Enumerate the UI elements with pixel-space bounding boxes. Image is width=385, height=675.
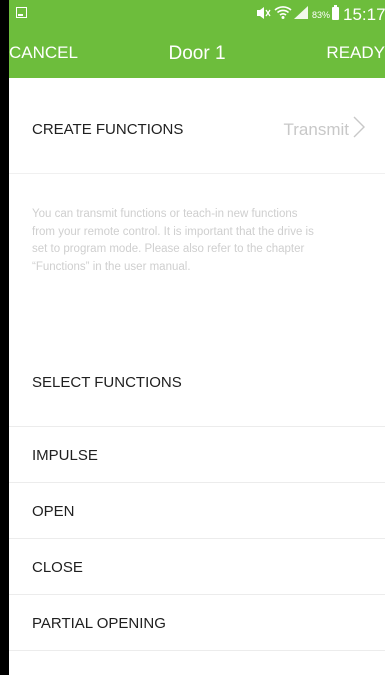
create-functions-row: CREATE FUNCTIONS Transmit bbox=[9, 78, 385, 174]
select-functions-label: SELECT FUNCTIONS bbox=[32, 374, 182, 391]
function-label: IMPULSE bbox=[32, 447, 98, 464]
create-functions-label: CREATE FUNCTIONS bbox=[32, 121, 184, 138]
function-label: PARTIAL OPENING bbox=[32, 615, 166, 632]
function-item-partial-opening[interactable]: PARTIAL OPENING bbox=[9, 595, 385, 651]
transmit-button[interactable]: Transmit bbox=[284, 116, 366, 143]
function-item-close[interactable]: CLOSE bbox=[9, 539, 385, 595]
app-screen: 83% 15:17 CANCEL Door 1 READY CREATE FUN… bbox=[9, 0, 385, 675]
mute-icon bbox=[255, 6, 271, 23]
chevron-right-icon bbox=[353, 116, 365, 143]
image-notification-icon bbox=[16, 7, 27, 18]
function-item-open[interactable]: OPEN bbox=[9, 483, 385, 539]
transmit-label: Transmit bbox=[283, 120, 350, 139]
function-label: CLOSE bbox=[32, 559, 83, 576]
info-text: You can transmit functions or teach-in n… bbox=[32, 208, 314, 273]
wifi-icon bbox=[274, 4, 292, 25]
signal-icon bbox=[294, 6, 308, 24]
ready-button[interactable]: READY bbox=[326, 43, 385, 63]
function-label: OPEN bbox=[32, 503, 75, 520]
battery-percentage: 83% bbox=[312, 10, 331, 20]
battery-icon bbox=[332, 5, 339, 20]
status-bar: 83% 15:17 bbox=[9, 0, 385, 30]
function-item-impulse[interactable]: IMPULSE bbox=[9, 427, 385, 483]
action-bar: CANCEL Door 1 READY bbox=[9, 30, 385, 78]
status-time: 15:17 bbox=[343, 5, 385, 24]
